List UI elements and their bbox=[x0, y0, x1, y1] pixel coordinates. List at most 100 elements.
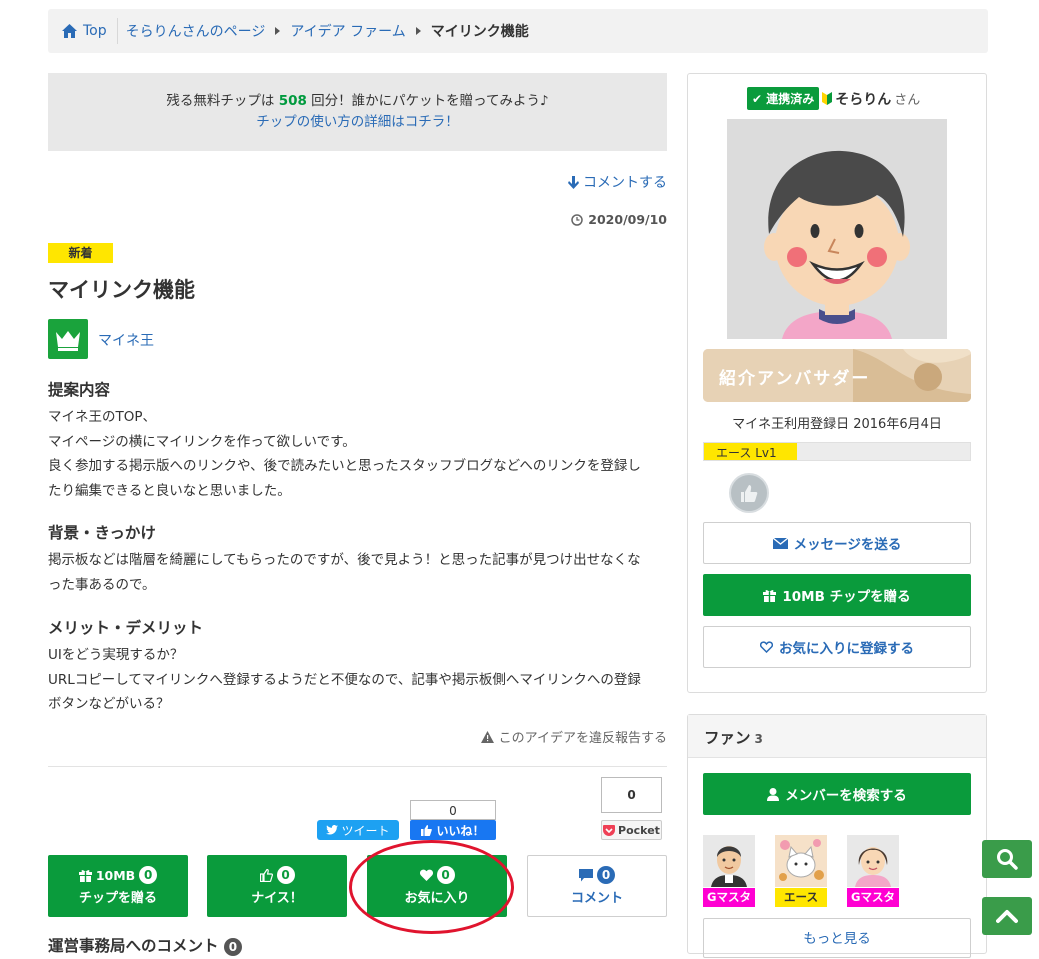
breadcrumb-idea-farm[interactable]: アイデア ファーム bbox=[282, 21, 413, 41]
comment-icon bbox=[579, 868, 593, 881]
gift-icon bbox=[763, 589, 777, 602]
section-body-merits: UIをどう実現するか？ URLコピーしてマイリンクへ登録するようだと不便なので、… bbox=[48, 643, 668, 717]
facebook-like-label: いいね！ bbox=[436, 823, 485, 838]
heart-outline-icon bbox=[760, 641, 773, 653]
report-label: このアイデアを違反報告する bbox=[498, 731, 667, 746]
check-icon: ✔ bbox=[752, 92, 763, 106]
avatar bbox=[727, 119, 947, 339]
tip-amount: 10MB bbox=[95, 867, 136, 883]
section-body-background: 掲示板などは階層を綺麗にしてもらったのですが、後で見よう！と思った記事が見つけ出… bbox=[48, 548, 668, 597]
free-tip-count: 508 bbox=[278, 93, 307, 109]
scroll-top-button[interactable] bbox=[982, 897, 1032, 935]
linked-badge: ✔ 連携済み bbox=[747, 87, 820, 110]
fan-rank-tag: Gマスタ bbox=[703, 888, 755, 907]
new-badge: 新着 bbox=[48, 243, 113, 263]
free-tip-suffix: 回分！誰かにパケットを贈ってみよう♪ bbox=[306, 93, 549, 109]
nice-button[interactable]: 0 ナイス！ bbox=[207, 855, 347, 917]
breadcrumb-separator-icon bbox=[275, 27, 281, 35]
send-message-button[interactable]: メッセージを送る bbox=[703, 522, 971, 564]
favorite-button[interactable]: 0 お気に入り bbox=[367, 855, 507, 917]
comment-button[interactable]: 0 コメント bbox=[527, 855, 667, 917]
fan-avatar[interactable] bbox=[775, 835, 827, 887]
text-line: 良く参加する掲示版へのリンクや、後で読みたいと思ったスタッフブログなどへのリンク… bbox=[48, 458, 641, 474]
send-message-label: メッセージを送る bbox=[793, 537, 902, 553]
free-tip-message: 残る無料チップは 508 回分！誰かにパケットを贈ってみよう♪ bbox=[48, 91, 667, 112]
fans-title: ファン 3 bbox=[704, 726, 763, 748]
search-float-button[interactable] bbox=[982, 840, 1032, 878]
rank-progress-bar: エース Lv1 bbox=[703, 442, 971, 461]
comment-jump-label: コメントする bbox=[583, 175, 667, 191]
tweet-label: ツイート bbox=[341, 823, 390, 838]
fans-count: 3 bbox=[754, 732, 763, 746]
add-favorite-button[interactable]: お気に入りに登録する bbox=[703, 626, 971, 668]
section-heading-proposal: 提案内容 bbox=[48, 381, 111, 399]
text-line: 掲示板などは階層を綺麗にしてもらったのですが、後で見よう！と思った記事が見つけ出… bbox=[48, 552, 641, 568]
text-line: マイページの横にマイリンクを作って欲しいです。 bbox=[48, 433, 356, 450]
text-line: マイネ王のTOP、 bbox=[48, 409, 157, 425]
heart-icon bbox=[419, 869, 433, 881]
tip-count: 0 bbox=[139, 866, 158, 884]
section-heading-background: 背景・きっかけ bbox=[48, 524, 156, 542]
text-line: たり編集できると良いなと思いました。 bbox=[48, 482, 291, 499]
fans-title-label: ファン bbox=[704, 729, 751, 747]
home-icon bbox=[62, 24, 77, 38]
facebook-like-button[interactable]: いいね！ bbox=[410, 820, 496, 840]
chevron-up-icon bbox=[996, 910, 1018, 923]
tweet-button[interactable]: ツイート bbox=[317, 820, 399, 840]
twitter-icon bbox=[326, 825, 339, 835]
thumbs-up-medal-icon bbox=[729, 473, 769, 513]
send-tip-button[interactable]: 10MB 0 チップを贈る bbox=[48, 855, 188, 917]
send-tip-sidebar-button[interactable]: 10MB チップを贈る bbox=[703, 574, 971, 616]
text-line: った事あるので。 bbox=[48, 576, 156, 593]
pocket-button[interactable]: Pocket bbox=[601, 820, 662, 840]
more-fans-button[interactable]: もっと見る bbox=[703, 918, 971, 958]
report-link[interactable]: このアイデアを違反報告する bbox=[480, 727, 667, 746]
member-search-button[interactable]: メンバーを検索する bbox=[703, 773, 971, 815]
registration-date: マイネ王利用登録日 2016年6月4日 bbox=[732, 417, 942, 432]
category-link[interactable]: マイネ王 bbox=[98, 330, 154, 350]
user-name[interactable]: そらりん bbox=[835, 89, 891, 109]
section-heading-merits: メリット・デメリット bbox=[48, 619, 204, 637]
add-favorite-label: お気に入りに登録する bbox=[779, 641, 914, 657]
thumbs-up-icon bbox=[421, 824, 433, 836]
warning-icon bbox=[480, 730, 494, 743]
breadcrumb-separator-icon bbox=[415, 27, 421, 35]
text-line: URLコピーしてマイリンクへ登録するようだと不便なので、記事や掲示板側へマイリン… bbox=[48, 671, 641, 688]
admin-comment-title: 運営事務局へのコメント bbox=[48, 937, 219, 955]
profile-header: ✔ 連携済み そらりん さん bbox=[747, 87, 920, 110]
free-tip-notice: 残る無料チップは 508 回分！誰かにパケットを贈ってみよう♪ チップの使い方の… bbox=[48, 73, 667, 151]
favorite-count: 0 bbox=[436, 866, 455, 884]
search-icon bbox=[997, 849, 1018, 870]
breadcrumb-user-page[interactable]: そらりんさんのページ bbox=[118, 21, 274, 41]
section-body-proposal: マイネ王のTOP、 マイページの横にマイリンクを作って欲しいです。 良く参加する… bbox=[48, 405, 668, 503]
breadcrumb-home-label: Top bbox=[83, 23, 107, 39]
honorific: さん bbox=[894, 93, 921, 108]
free-tip-prefix: 残る無料チップは bbox=[166, 93, 279, 109]
linked-badge-label: 連携済み bbox=[766, 92, 815, 106]
fan-avatar[interactable] bbox=[847, 835, 899, 887]
breadcrumb-home-link[interactable]: Top bbox=[48, 18, 118, 44]
comment-count: 0 bbox=[597, 866, 615, 884]
pocket-icon bbox=[603, 824, 616, 836]
comment-label: コメント bbox=[570, 891, 623, 906]
post-title: マイリンク機能 bbox=[48, 278, 195, 302]
tip-usage-link[interactable]: チップの使い方の詳細はコチラ！ bbox=[48, 112, 667, 133]
fan-rank-tag: エース bbox=[775, 888, 827, 907]
post-date: 2020/09/10 bbox=[571, 212, 667, 227]
text-line: ボタンなどがいる？ bbox=[48, 696, 170, 712]
pocket-count: 0 bbox=[601, 777, 662, 813]
facebook-like-count: 0 bbox=[410, 800, 496, 820]
clock-icon bbox=[571, 213, 584, 226]
member-search-label: メンバーを検索する bbox=[785, 788, 907, 804]
admin-comment-heading: 運営事務局へのコメント 0 bbox=[48, 934, 242, 956]
user-icon bbox=[767, 787, 780, 801]
arrow-down-icon bbox=[568, 175, 579, 189]
admin-comment-count: 0 bbox=[223, 938, 242, 956]
nice-count: 0 bbox=[276, 866, 295, 884]
beginner-mark-icon bbox=[822, 92, 833, 105]
crown-icon[interactable] bbox=[48, 319, 88, 359]
send-tip-label: チップを贈る bbox=[78, 891, 157, 906]
comment-jump-link[interactable]: コメントする bbox=[568, 172, 667, 192]
gift-icon bbox=[78, 869, 92, 882]
fan-avatar[interactable] bbox=[703, 835, 755, 887]
